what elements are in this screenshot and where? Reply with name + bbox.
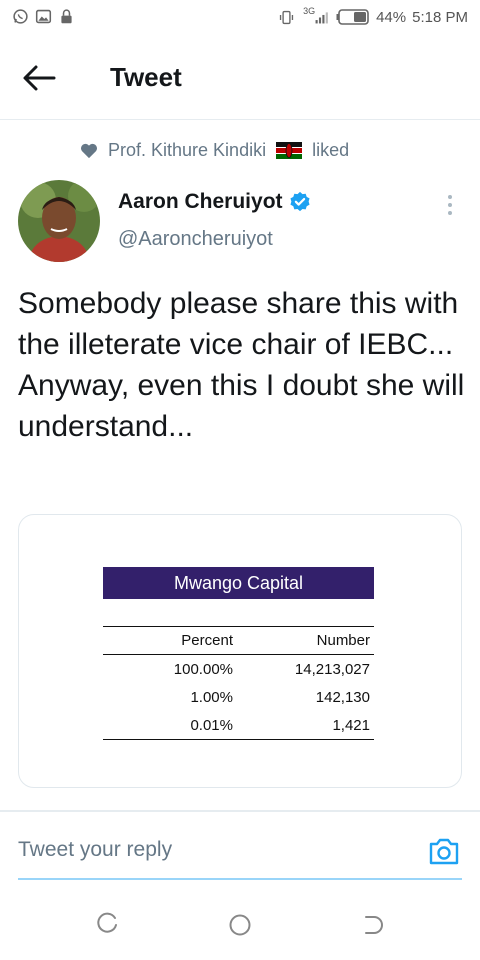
reply-input[interactable]: Tweet your reply — [18, 838, 172, 862]
table-header-cell: Number — [316, 632, 370, 649]
verified-badge-icon — [289, 191, 310, 212]
page-title: Tweet — [110, 62, 182, 92]
status-bar: 3G 44% 5:18 PM — [0, 0, 480, 36]
table-header-row: Percent Number — [103, 627, 374, 655]
table-row: 100.00% 14,213,027 — [103, 655, 374, 683]
tweet-text: Somebody please share this with the ille… — [18, 287, 465, 443]
table-cell: 1,421 — [332, 716, 370, 734]
home-icon[interactable] — [227, 912, 253, 938]
social-context[interactable]: Prof. Kithure Kindiki liked — [80, 140, 349, 161]
divider — [0, 810, 480, 812]
media-banner: Mwango Capital — [103, 567, 374, 599]
battery-icon — [336, 9, 369, 25]
avatar[interactable] — [18, 180, 100, 262]
table-cell: 0.01% — [190, 716, 233, 734]
author-name: Aaron Cheruiyot — [118, 190, 283, 213]
tweet-media[interactable]: Mwango Capital Percent Number 100.00% 14… — [18, 514, 462, 788]
table-cell: 142,130 — [315, 688, 370, 706]
battery-percent: 44% — [376, 8, 407, 26]
recents-icon[interactable] — [94, 912, 120, 938]
top-app-bar: Tweet — [0, 36, 480, 120]
media-table: Percent Number 100.00% 14,213,027 1.00% … — [103, 626, 374, 740]
clock: 5:18 PM — [412, 8, 468, 26]
table-row: 1.00% 142,130 — [103, 683, 374, 711]
table-cell: 100.00% — [173, 660, 233, 678]
back-nav-icon[interactable] — [360, 912, 386, 938]
table-header-cell: Percent — [181, 632, 233, 649]
back-arrow-icon[interactable] — [22, 64, 56, 92]
heart-icon — [81, 143, 97, 158]
table-cell: 1.00% — [190, 688, 233, 706]
author-name-row[interactable]: Aaron Cheruiyot — [118, 190, 311, 214]
signal-icon — [315, 11, 328, 23]
kenya-flag-icon — [276, 142, 303, 159]
author-handle[interactable]: @Aaroncheruiyot — [118, 228, 273, 251]
liker-name: Prof. Kithure Kindiki — [108, 140, 267, 160]
reply-underline — [18, 878, 462, 880]
more-options-icon[interactable] — [440, 192, 460, 218]
whatsapp-icon — [13, 9, 28, 24]
liked-label: liked — [312, 140, 350, 160]
gallery-icon — [35, 9, 52, 24]
table-cell: 14,213,027 — [294, 660, 370, 678]
table-row: 0.01% 1,421 — [103, 711, 374, 739]
camera-icon[interactable] — [428, 836, 460, 866]
system-nav-bar — [0, 900, 480, 960]
avatar-image — [18, 180, 100, 262]
network-type: 3G — [303, 6, 316, 16]
lock-icon — [61, 9, 72, 24]
vibrate-icon — [279, 10, 294, 24]
